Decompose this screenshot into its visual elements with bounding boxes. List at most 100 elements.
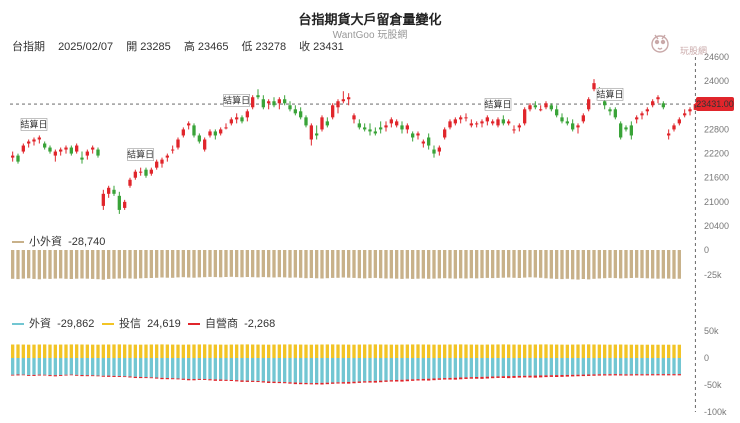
dealer-bar <box>661 374 665 376</box>
dealer-bar <box>571 374 575 377</box>
foreign-bar <box>336 358 340 383</box>
candlestick <box>341 91 345 104</box>
retail-bar <box>112 250 116 279</box>
candle-body <box>656 97 660 100</box>
trust-bar <box>427 344 431 358</box>
dealer-bar <box>304 382 308 385</box>
dealer-bar <box>667 374 671 376</box>
candlestick <box>581 113 585 124</box>
candlestick <box>123 199 127 210</box>
candlestick <box>421 139 425 148</box>
trust-bar <box>80 344 84 358</box>
trust-bar <box>421 344 425 358</box>
candlestick <box>544 101 548 110</box>
retail-bar <box>299 250 303 278</box>
candlestick <box>336 99 340 114</box>
dealer-bar <box>459 377 463 380</box>
foreign-bar <box>245 358 249 381</box>
trust-bar <box>299 344 303 358</box>
retail-bar <box>624 250 628 279</box>
dealer-bar <box>117 376 121 378</box>
candlestick <box>187 121 191 130</box>
foreign-bar <box>613 358 617 375</box>
dealer-bar <box>347 381 351 384</box>
retail-bar <box>197 250 201 278</box>
trust-bar <box>59 344 63 358</box>
candle-body <box>539 109 543 111</box>
dealer-bar <box>677 374 681 376</box>
foreign-bar <box>181 358 185 379</box>
candlestick <box>677 117 681 126</box>
candlestick <box>128 177 132 188</box>
foreign-bar <box>437 358 441 379</box>
foreign-bar <box>651 358 655 375</box>
candlestick <box>293 105 297 116</box>
candlestick <box>389 117 393 128</box>
trust-bar <box>523 344 527 358</box>
candle-body <box>533 105 537 108</box>
candle-body <box>629 125 633 136</box>
trust-bar <box>512 344 516 358</box>
trust-bar <box>48 344 52 358</box>
trust-bar <box>501 344 505 358</box>
dealer-bar <box>624 374 628 376</box>
dealer-bar <box>352 381 356 384</box>
foreign-bar <box>459 358 463 378</box>
candlestick <box>325 117 329 128</box>
candle-body <box>405 125 409 130</box>
retail-bar <box>507 250 511 278</box>
foreign-bar <box>32 358 36 375</box>
retail-bar <box>549 250 553 279</box>
foreign-bar <box>581 358 585 375</box>
trust-bar <box>43 344 47 358</box>
candlestick <box>661 101 665 110</box>
retail-bar <box>261 250 265 278</box>
trust-bar <box>379 344 383 358</box>
dealer-bar <box>576 374 580 377</box>
candlestick <box>405 123 409 134</box>
candle-body <box>43 143 47 148</box>
trust-bar <box>368 344 372 358</box>
candlestick <box>603 99 607 110</box>
foreign-bar <box>475 358 479 378</box>
candle-body <box>645 109 649 112</box>
foreign-bar <box>192 358 196 380</box>
trust-bar <box>123 344 127 358</box>
foreign-bar <box>491 358 495 377</box>
candle-body <box>571 123 575 130</box>
retail-bar <box>597 250 601 279</box>
candle-body <box>331 105 335 118</box>
trust-bar <box>384 344 388 358</box>
dealer-bar <box>133 376 137 379</box>
candle-body <box>619 123 623 138</box>
candlestick <box>363 123 367 132</box>
foreign-bar <box>277 358 281 382</box>
foreign-bar <box>603 358 607 375</box>
trust-bar <box>187 344 191 358</box>
candlestick <box>667 129 671 140</box>
retail-bar <box>21 250 25 279</box>
retail-bar <box>107 250 111 279</box>
trust-bar <box>320 344 324 358</box>
candlestick <box>64 145 68 154</box>
candle-body <box>21 145 25 152</box>
candlestick <box>11 151 15 162</box>
retail-bar <box>16 250 20 280</box>
dealer-bar <box>112 375 116 377</box>
trust-bar <box>640 344 644 358</box>
chart-canvas[interactable]: 2460024000234002280022200216002100020400… <box>0 0 740 423</box>
foreign-bar <box>592 358 596 375</box>
candlestick <box>176 137 180 150</box>
dealer-bar <box>235 380 239 382</box>
dealer-bar <box>427 378 431 381</box>
retail-bar <box>315 250 319 279</box>
candle-body <box>448 121 452 128</box>
trust-bar <box>229 344 233 358</box>
foreign-bar <box>176 358 180 379</box>
candlestick <box>464 113 468 122</box>
candle-body <box>48 147 52 152</box>
foreign-bar <box>619 358 623 375</box>
dealer-bar <box>288 382 292 384</box>
candle-body <box>251 97 255 108</box>
dealer-bar <box>80 375 84 377</box>
